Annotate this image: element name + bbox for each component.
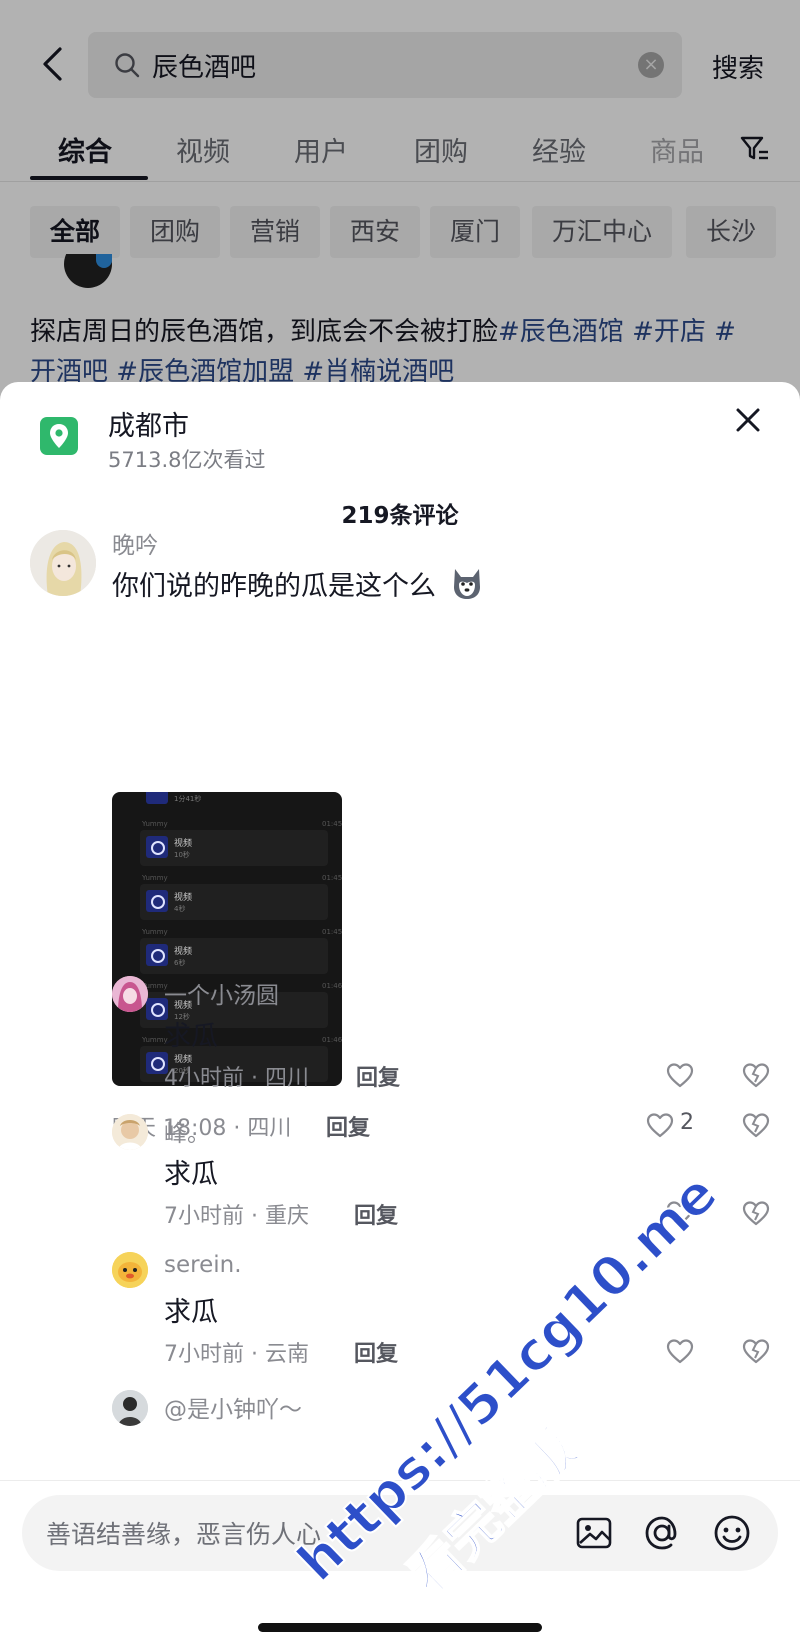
reply-meta: 7小时前 · 重庆 — [164, 1204, 309, 1229]
video-thumb-icon — [146, 792, 168, 804]
broken-heart-icon[interactable] — [742, 1338, 770, 1364]
comment-image[interactable]: 1分41秒 Yummy 01:45 视频 10秒 Yummy 01:45 视频 4秒… — [112, 792, 342, 1086]
reply-meta: 7小时前 · 云南 — [164, 1342, 309, 1367]
at-mention-icon[interactable] — [642, 1513, 682, 1553]
comment-count: 219条评论 — [341, 503, 459, 529]
row-sender: Yummy — [142, 928, 168, 936]
video-message-card: 视频 6秒 — [140, 938, 328, 974]
reply-username[interactable]: serein. — [164, 1252, 242, 1278]
comment-text: 你们说的昨晚的瓜是这个么 — [112, 564, 485, 603]
screenshot-top-duration: 1分41秒 — [174, 795, 202, 803]
avatar[interactable] — [112, 976, 148, 1012]
row-time: 01:45 — [322, 874, 342, 882]
emoji-icon[interactable] — [712, 1513, 752, 1553]
row-label: 视频 — [174, 839, 193, 849]
reply-button[interactable]: 回复 — [326, 1110, 370, 1142]
location-views: 5713.8亿次看过 — [108, 448, 266, 472]
screenshot-row: Yummy 01:45 视频 10秒 — [112, 820, 342, 874]
background-dim-overlay[interactable] — [0, 0, 800, 420]
screenshot-row: Yummy 01:45 视频 6秒 — [112, 928, 342, 982]
reply-button[interactable]: 回复 — [354, 1336, 398, 1368]
video-message-card: 视频 10秒 — [140, 830, 328, 866]
reply-meta: 4小时前 · 四川 — [164, 1066, 309, 1091]
comment-text-content: 你们说的昨晚的瓜是这个么 — [112, 571, 436, 602]
heart-icon[interactable] — [666, 1338, 694, 1364]
heart-icon[interactable] — [666, 1200, 694, 1226]
reply-button[interactable]: 回复 — [356, 1060, 400, 1092]
video-message-card: 视频 4秒 — [140, 884, 328, 920]
row-sender: Yummy — [142, 874, 168, 882]
heart-icon[interactable] — [666, 1062, 694, 1088]
video-icon — [146, 890, 168, 912]
reply-button[interactable]: 回复 — [354, 1198, 398, 1230]
reply-username[interactable]: 一个小汤圆 — [164, 976, 279, 1010]
home-indicator — [258, 1623, 542, 1632]
avatar[interactable] — [30, 530, 96, 596]
row-time: 01:45 — [322, 928, 342, 936]
reply-text: 求瓜 — [164, 1021, 218, 1052]
row-label: 视频 — [174, 947, 193, 957]
video-icon — [146, 944, 168, 966]
reply-text: 求瓜 — [164, 1159, 218, 1190]
location-pin-icon — [40, 417, 78, 455]
location-title[interactable]: 成都市 — [108, 404, 189, 443]
row-duration: 4秒 — [174, 905, 186, 913]
row-time: 01:45 — [322, 820, 342, 828]
comment-username[interactable]: 晚吟 — [112, 526, 158, 560]
reply-username[interactable]: 峰。 — [164, 1114, 210, 1148]
row-label: 视频 — [174, 893, 193, 903]
row-time: 01:46 — [322, 982, 342, 990]
avatar[interactable] — [112, 1114, 148, 1150]
comment-input-bar: 善语结善缘，恶言伤人心 — [0, 1480, 800, 1649]
avatar[interactable] — [112, 1252, 148, 1288]
row-time: 01:46 — [322, 1036, 342, 1044]
search-results-background: 辰色酒吧 × 搜索 综合 视频 用户 团购 经验 商品 全部 团购 营销 西安 … — [0, 0, 800, 420]
screenshot-row: Yummy 01:45 视频 4秒 — [112, 874, 342, 928]
image-icon[interactable] — [574, 1513, 614, 1553]
comment-input[interactable]: 善语结善缘，恶言伤人心 — [22, 1495, 778, 1571]
broken-heart-icon[interactable] — [742, 1200, 770, 1226]
heart-icon[interactable] — [646, 1112, 674, 1138]
comment-sheet: 成都市 5713.8亿次看过 219条评论 晚吟 你们说的昨晚的瓜是这个么 1分… — [0, 382, 800, 1649]
like-count: 2 — [680, 1110, 694, 1135]
broken-heart-icon[interactable] — [742, 1062, 770, 1088]
avatar[interactable] — [112, 1390, 148, 1426]
broken-heart-icon[interactable] — [742, 1112, 770, 1138]
reply-username[interactable]: @是小钟吖～ — [164, 1390, 302, 1424]
screen: 辰色酒吧 × 搜索 综合 视频 用户 团购 经验 商品 全部 团购 营销 西安 … — [0, 0, 800, 1649]
reply-text: 求瓜 — [164, 1297, 218, 1328]
husky-emoji-icon — [453, 569, 480, 599]
comment-input-placeholder: 善语结善缘，恶言伤人心 — [46, 1520, 322, 1549]
row-duration: 10秒 — [174, 851, 190, 859]
row-sender: Yummy — [142, 820, 168, 828]
row-duration: 6秒 — [174, 959, 186, 967]
close-icon[interactable] — [732, 404, 764, 436]
video-icon — [146, 836, 168, 858]
